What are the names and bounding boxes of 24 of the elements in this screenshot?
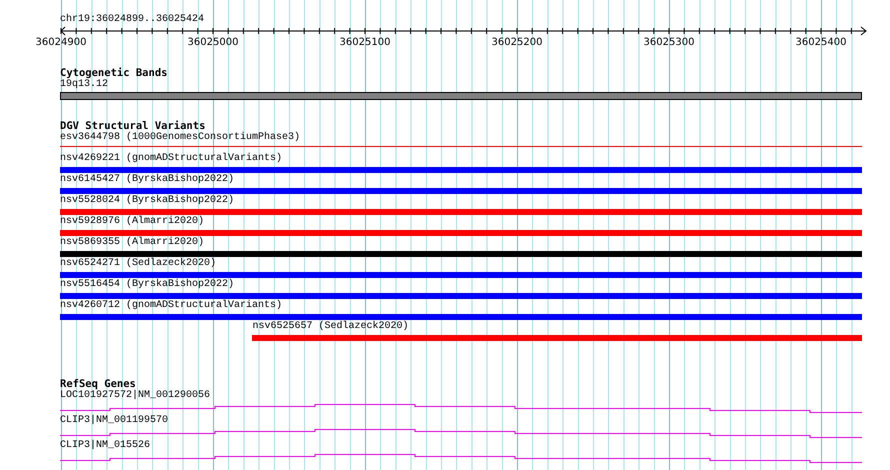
- variant-label: nsv5928976 (Almarri2020): [60, 216, 206, 228]
- variant-label: nsv5516454 (ByrskaBishop2022): [60, 279, 236, 291]
- tick-label: 36025100: [340, 37, 390, 49]
- tick-label: 36025000: [188, 37, 238, 49]
- variant-label: nsv6524271 (Sedlazeck2020): [60, 258, 218, 270]
- variant-label: nsv6525657 (Sedlazeck2020): [252, 321, 410, 333]
- variant-label: nsv5528024 (ByrskaBishop2022): [60, 195, 236, 207]
- gene-label: LOC101927572|NM_001290056: [60, 390, 212, 402]
- region-label: chr19:36024899..36025424: [60, 14, 204, 26]
- gene-label: CLIP3|NM_001199570: [60, 415, 170, 427]
- tick-label: 36025400: [796, 37, 846, 49]
- variant-label: nsv5869355 (Almarri2020): [60, 237, 206, 249]
- band-label: 19q13.12: [60, 79, 108, 91]
- variant-label: nsv4269221 (gnomADStructuralVariants): [60, 153, 284, 165]
- variant-label: nsv6145427 (ByrskaBishop2022): [60, 174, 236, 186]
- track-title: RefSeq Genes: [60, 378, 136, 390]
- track-title: DGV Structural Variants: [60, 120, 206, 132]
- tick-label: 36025300: [644, 37, 694, 49]
- tick-label: 36024900: [36, 37, 86, 49]
- variant-label: esv3644798 (1000GenomesConsortiumPhase3): [60, 132, 302, 144]
- tick-label: 36025200: [492, 37, 542, 49]
- track-title: Cytogenetic Bands: [60, 67, 168, 79]
- gene-label: CLIP3|NM_015526: [60, 440, 152, 452]
- variant-label: nsv4260712 (gnomADStructuralVariants): [60, 300, 284, 312]
